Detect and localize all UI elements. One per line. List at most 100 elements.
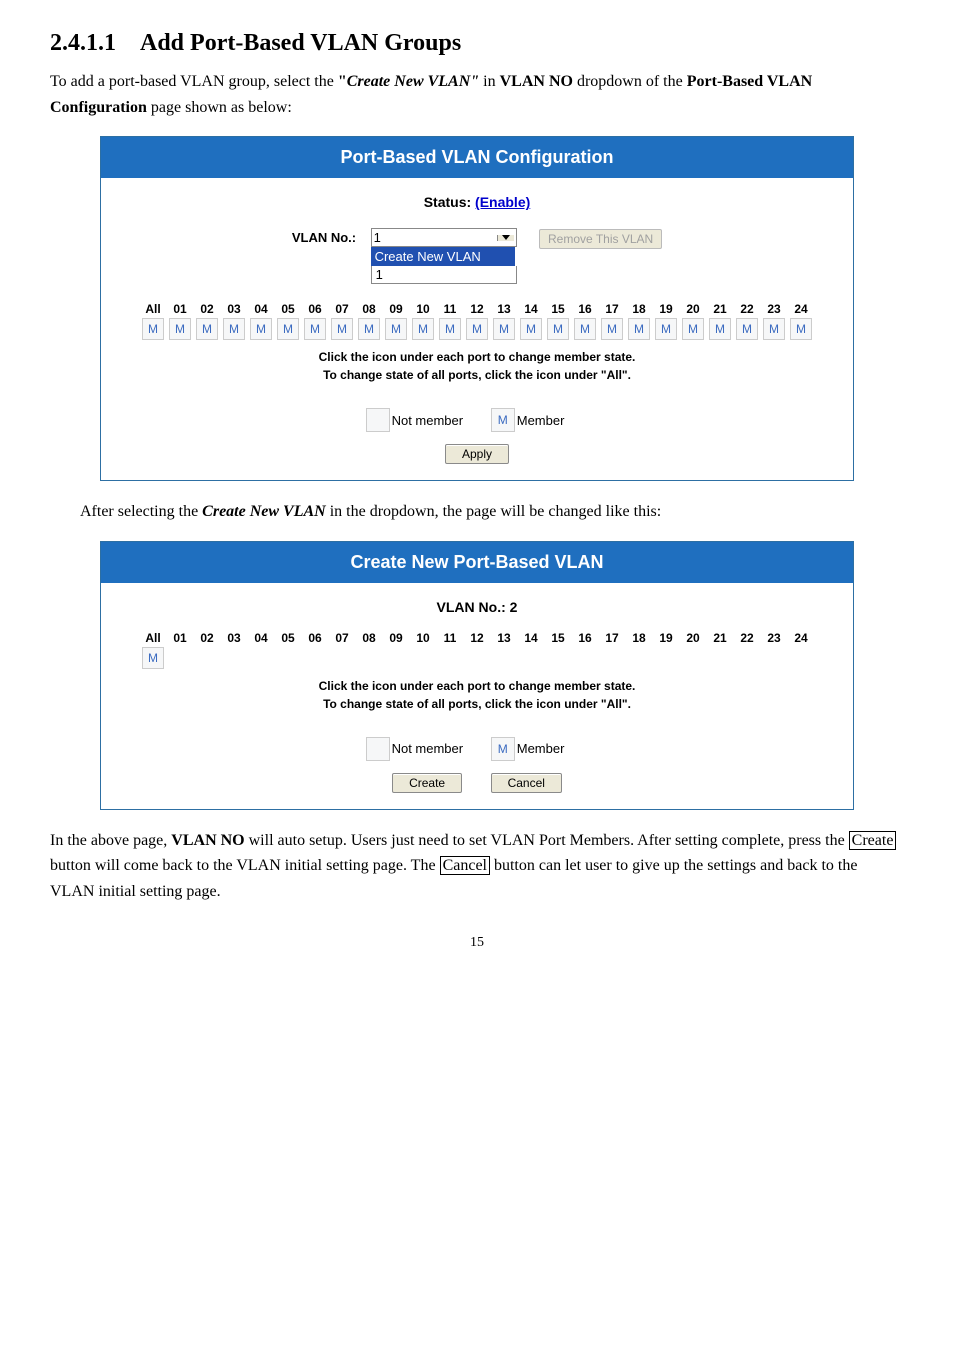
port-header: 15 [551,631,564,647]
hint-line1: Click the icon under each port to change… [319,350,636,364]
port-cell[interactable]: M [493,318,515,340]
port-cell[interactable] [467,647,487,667]
port-header: 18 [632,302,645,318]
port-col: 15M [545,302,572,340]
port-cell[interactable] [737,647,757,667]
port-cell[interactable] [548,647,568,667]
port-col: 13M [491,302,518,340]
port-cell[interactable]: M [790,318,812,340]
port-cell[interactable]: M [169,318,191,340]
dropdown-option-1[interactable]: 1 [371,266,517,284]
port-header: 17 [605,631,618,647]
port-cell[interactable]: M [277,318,299,340]
page-number: 15 [50,935,904,951]
dropdown-option-create-new[interactable]: Create New VLAN [371,247,515,266]
inline-box-create: Create [849,831,897,850]
port-header: 05 [281,302,294,318]
port-cell[interactable]: M [547,318,569,340]
port-cell[interactable]: M [601,318,623,340]
port-col: 17M [599,302,626,340]
port-col: 14 [518,631,545,669]
apply-button[interactable]: Apply [445,444,509,464]
port-cell[interactable]: M [655,318,677,340]
port-cell[interactable] [170,647,190,667]
port-header: 24 [794,302,807,318]
port-cell[interactable] [305,647,325,667]
port-cell[interactable]: M [439,318,461,340]
port-col: 05M [275,302,302,340]
port-header: 15 [551,302,564,318]
port-cell[interactable] [791,647,811,667]
port-cell[interactable]: M [331,318,353,340]
port-cell[interactable] [197,647,217,667]
port-col: 13 [491,631,518,669]
port-cell[interactable] [683,647,703,667]
text: page shown as below: [147,99,292,116]
status-label: Status: [424,194,475,210]
port-col: 18M [626,302,653,340]
port-cell[interactable]: M [682,318,704,340]
port-header: 02 [200,302,213,318]
port-header: 17 [605,302,618,318]
vlan-no-select[interactable]: 1 Create New VLAN 1 [371,228,517,284]
legend-not-member-icon [366,737,390,761]
port-cell[interactable] [575,647,595,667]
port-cell[interactable] [764,647,784,667]
port-cell[interactable] [521,647,541,667]
port-header: 14 [524,631,537,647]
remove-vlan-button: Remove This VLAN [539,229,662,249]
legend-not-member-label: Not member [392,741,464,756]
port-cell[interactable] [359,647,379,667]
chevron-down-icon[interactable] [497,235,514,241]
port-col: 19 [653,631,680,669]
port-cell-all[interactable]: M [142,647,164,669]
port-col: 05 [275,631,302,669]
port-cell[interactable]: M [628,318,650,340]
port-cell[interactable] [629,647,649,667]
port-header-all: All [145,631,160,647]
port-header: 12 [470,302,483,318]
port-col: 24M [788,302,815,340]
port-cell-all[interactable]: M [142,318,164,340]
port-cell[interactable]: M [412,318,434,340]
port-cell[interactable]: M [223,318,245,340]
port-col: 10 [410,631,437,669]
port-col: 06 [302,631,329,669]
port-cell[interactable]: M [736,318,758,340]
port-cell[interactable]: M [466,318,488,340]
port-header: 16 [578,302,591,318]
cancel-button[interactable]: Cancel [491,773,562,793]
port-col: 16 [572,631,599,669]
port-cell[interactable]: M [304,318,326,340]
port-cell[interactable]: M [385,318,407,340]
port-header: 04 [254,302,267,318]
port-cell[interactable]: M [196,318,218,340]
port-cell[interactable] [602,647,622,667]
heading-title: Add Port-Based VLAN Groups [140,30,461,56]
port-cell[interactable] [710,647,730,667]
port-cell[interactable] [386,647,406,667]
port-col: 11 [437,631,464,669]
text: in [479,73,499,90]
port-cell[interactable] [251,647,271,667]
port-cell[interactable]: M [520,318,542,340]
create-button[interactable]: Create [392,773,462,793]
port-cell[interactable] [332,647,352,667]
port-header: 06 [308,302,321,318]
port-cell[interactable] [494,647,514,667]
port-col: 03 [221,631,248,669]
port-cell[interactable] [413,647,433,667]
port-col-all: AllM [140,631,167,669]
port-cell[interactable]: M [763,318,785,340]
port-col: 16M [572,302,599,340]
port-cell[interactable]: M [574,318,596,340]
text-bold: VLAN NO [171,832,244,849]
port-cell[interactable]: M [709,318,731,340]
port-cell[interactable] [656,647,676,667]
port-cell[interactable] [224,647,244,667]
port-cell[interactable]: M [358,318,380,340]
status-link[interactable]: (Enable) [475,194,530,210]
port-cell[interactable]: M [250,318,272,340]
port-cell[interactable] [278,647,298,667]
port-cell[interactable] [440,647,460,667]
